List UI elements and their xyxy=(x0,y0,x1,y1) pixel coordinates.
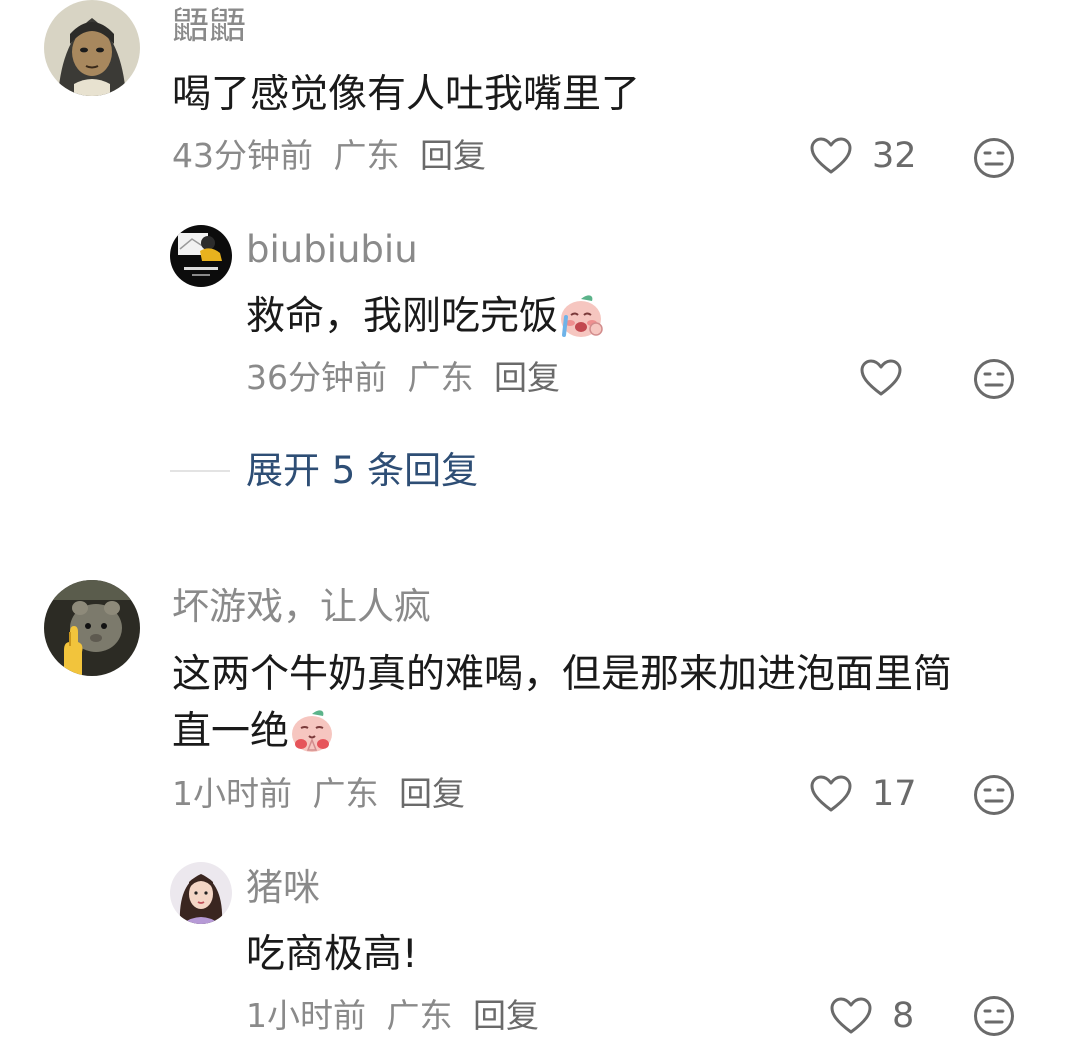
reply-button[interactable]: 回复 xyxy=(494,358,560,397)
comment-location: 广东 xyxy=(312,774,379,813)
crying-peach-emoji-icon xyxy=(558,291,604,339)
dislike-button[interactable] xyxy=(973,774,1015,816)
avatar[interactable] xyxy=(44,0,140,96)
like-button[interactable]: 17 xyxy=(810,772,917,816)
reply-meta: 36分钟前 广东 回复 xyxy=(246,358,570,398)
reply-button[interactable]: 回复 xyxy=(399,774,465,813)
album-cover-avatar-icon xyxy=(170,225,232,287)
reply-button[interactable]: 回复 xyxy=(420,136,486,175)
reply-button[interactable]: 回复 xyxy=(473,996,539,1035)
dislike-button[interactable] xyxy=(973,995,1015,1037)
comment-time: 1小时前 xyxy=(172,774,292,813)
like-button[interactable] xyxy=(860,356,922,400)
neutral-face-icon xyxy=(974,138,1014,178)
comment-text-line1: 这两个牛奶真的难喝，但是那来加进泡面里简 xyxy=(172,652,953,697)
reply-text: 救命，我刚吃完饭 xyxy=(246,290,604,344)
comment-username[interactable]: 鼯鼯 xyxy=(172,4,246,48)
neutral-face-icon xyxy=(974,359,1014,399)
expand-divider xyxy=(170,470,230,472)
reply-text: 吃商极高! xyxy=(246,932,418,977)
like-button[interactable]: 32 xyxy=(810,134,917,178)
heart-icon xyxy=(810,775,852,812)
avatar[interactable] xyxy=(170,862,232,924)
reply-username[interactable]: 猪咪 xyxy=(246,866,320,910)
reply-time: 36分钟前 xyxy=(246,358,387,397)
cartoon-girl-avatar-icon xyxy=(44,0,140,96)
reply-location: 广东 xyxy=(407,358,474,397)
avatar[interactable] xyxy=(44,580,140,676)
neutral-face-icon xyxy=(974,996,1014,1036)
avatar[interactable] xyxy=(170,225,232,287)
woman-photo-avatar-icon xyxy=(170,862,232,924)
comment-username[interactable]: 坏游戏，让人疯 xyxy=(172,585,431,629)
heart-icon xyxy=(860,359,902,396)
like-button[interactable]: 8 xyxy=(830,994,914,1038)
comment-time: 43分钟前 xyxy=(172,136,313,175)
comment-location: 广东 xyxy=(333,136,400,175)
like-count: 8 xyxy=(892,996,915,1036)
heart-icon xyxy=(810,137,852,174)
expand-replies-button[interactable]: 展开 5 条回复 xyxy=(246,448,478,494)
comment-meta: 43分钟前 广东 回复 xyxy=(172,136,496,176)
like-count: 32 xyxy=(872,136,917,176)
reply-location: 广东 xyxy=(386,996,453,1035)
reply-username[interactable]: biubiubiu xyxy=(246,228,418,272)
reply-meta: 1小时前 广东 回复 xyxy=(246,996,549,1036)
comment-text-line2: 直一绝 xyxy=(172,705,335,759)
mouse-hand-avatar-icon xyxy=(44,580,140,676)
like-count: 17 xyxy=(872,774,917,814)
comment-meta: 1小时前 广东 回复 xyxy=(172,774,475,814)
dislike-button[interactable] xyxy=(973,137,1015,179)
reply-text-body: 救命，我刚吃完饭 xyxy=(246,294,559,339)
heart-icon xyxy=(830,997,872,1034)
dislike-button[interactable] xyxy=(973,358,1015,400)
neutral-face-icon xyxy=(974,775,1014,815)
praying-peach-emoji-icon xyxy=(289,706,335,754)
comment-text: 喝了感觉像有人吐我嘴里了 xyxy=(172,72,641,117)
reply-time: 1小时前 xyxy=(246,996,366,1035)
comment-text-body: 直一绝 xyxy=(172,709,290,754)
